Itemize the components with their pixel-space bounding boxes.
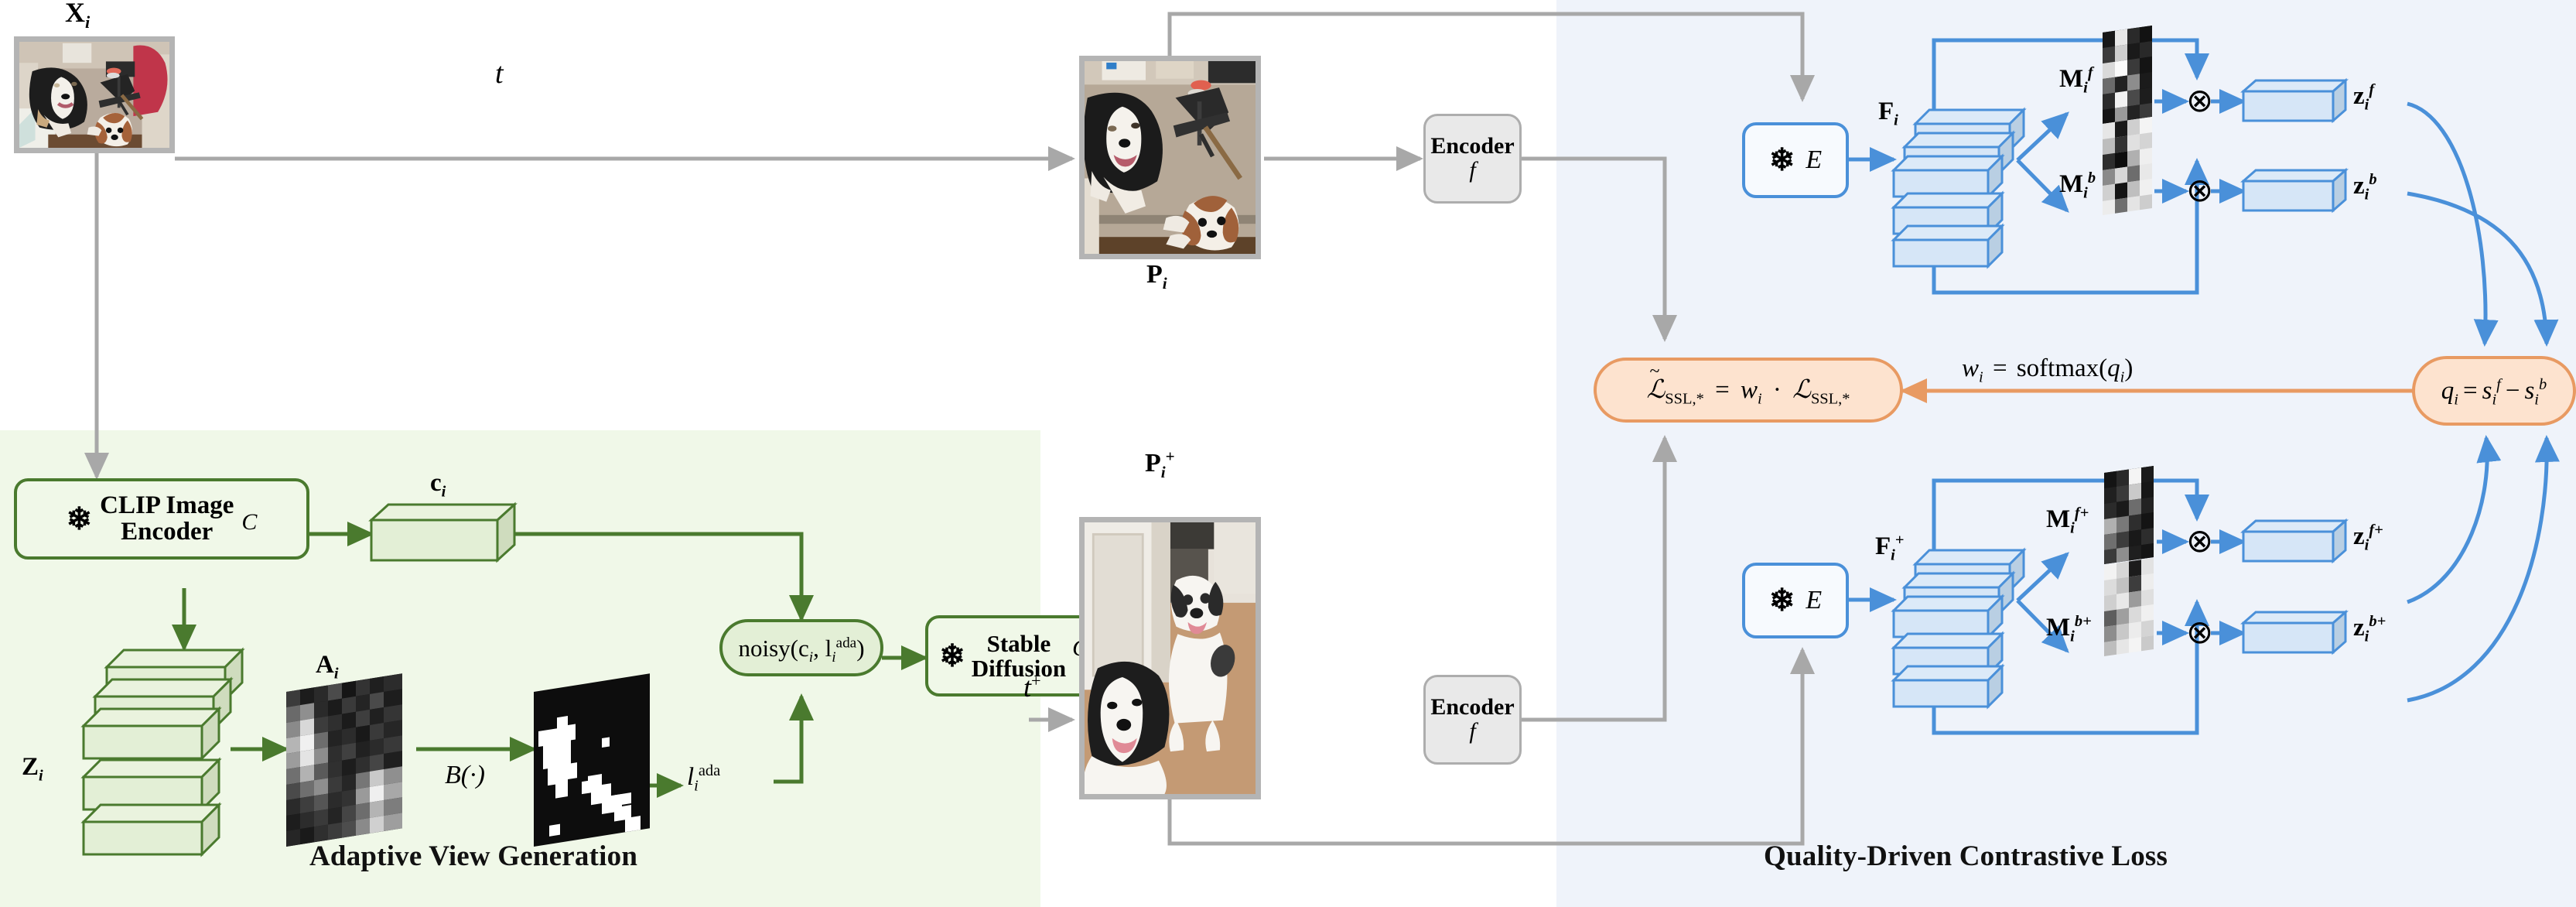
quality-driven-contrastive-loss-panel — [1556, 0, 2576, 907]
transform-label-t-plus: t+ — [1023, 671, 1041, 703]
frozen-encoder-box-top[interactable]: ❄ E — [1742, 122, 1849, 198]
quality-score-formula: qi = sif − sib — [2441, 375, 2547, 409]
mask-background-top — [2103, 117, 2155, 218]
stable-diffusion-box[interactable]: ❄ Stable Diffusion G — [925, 615, 1103, 697]
multiply-icon-top-fg: ⊗ — [2186, 84, 2214, 119]
z-vector-fg-top-slab — [2240, 77, 2349, 124]
encoder-box-bottom[interactable]: Encoder f — [1423, 675, 1522, 765]
mask-background-label-bottom: Mib+ — [2046, 613, 2092, 645]
quality-score-pill[interactable]: qi = sif − sib — [2412, 356, 2576, 426]
clip-encoder-line2: Encoder — [121, 517, 214, 546]
encoder-label-top: Encoder — [1430, 133, 1515, 159]
frozen-encoder-box-bottom[interactable]: ❄ E — [1742, 563, 1849, 638]
view-image-p-label: Pi — [1146, 260, 1167, 293]
mask-background-bottom — [2104, 558, 2157, 659]
feature-cube-bottom — [1891, 547, 2027, 710]
clip-encoder-symbol: C — [241, 509, 258, 536]
cond-vector-label: ci — [430, 469, 446, 501]
input-image-x — [14, 36, 175, 153]
encoder-fn-top: f — [1469, 157, 1476, 183]
weighted-loss-pill[interactable]: ℒ ~ SSL,* = wi · ℒSSL,* — [1594, 358, 1903, 423]
stable-diffusion-line1: Stable — [986, 629, 1051, 657]
cond-vector-slab — [368, 501, 518, 565]
mask-foreground-bottom — [2104, 466, 2157, 567]
z-vector-fg-bottom-label: zif+ — [2353, 522, 2383, 554]
input-image-label: Xi — [65, 0, 91, 33]
adaptive-noise-level-label: liada — [687, 762, 721, 795]
weight-formula-label: wi = softmax(qi) — [1962, 354, 2134, 386]
z-vector-bg-bottom-slab — [2240, 609, 2349, 655]
z-vector-bg-top-label: zib — [2353, 171, 2377, 204]
attention-map-label: Ai — [316, 651, 339, 683]
feature-cube-top — [1891, 107, 2027, 269]
snowflake-icon-sd: ❄ — [939, 638, 965, 673]
noisy-operation-pill[interactable]: noisy(ci, liada) — [719, 619, 883, 676]
encoder-fn-bottom: f — [1469, 718, 1476, 744]
figure-canvas: Xi t Pi Encoder f ❄ CLIP Image Encoder C… — [0, 0, 2576, 907]
binary-mask-image — [534, 673, 658, 851]
z-vector-fg-bottom-slab — [2240, 518, 2349, 564]
view-image-p — [1079, 56, 1261, 259]
binarize-operator-label: B(·) — [445, 761, 485, 789]
stable-diffusion-line2: Diffusion — [971, 654, 1067, 682]
mask-foreground-top — [2103, 26, 2155, 127]
view-image-p-plus-label: Pi+ — [1145, 447, 1175, 481]
clip-image-encoder-box[interactable]: ❄ CLIP Image Encoder C — [14, 478, 309, 560]
z-vector-bg-top-slab — [2240, 167, 2349, 214]
mask-foreground-label-top: Mif — [2059, 64, 2093, 97]
encoder-box-top[interactable]: Encoder f — [1423, 114, 1522, 204]
clip-encoder-line1: CLIP Image — [100, 491, 234, 519]
snowflake-icon-e-bottom: ❄ — [1768, 583, 1795, 618]
weighted-loss-formula: ℒ ~ SSL,* = wi · ℒSSL,* — [1646, 361, 1850, 408]
multiply-icon-bottom-bg: ⊗ — [2186, 615, 2214, 651]
noisy-operation-label: noisy(ci, liada) — [738, 634, 865, 666]
multiply-icon-top-bg: ⊗ — [2186, 173, 2214, 209]
multiply-icon-bottom-fg: ⊗ — [2186, 524, 2214, 560]
snowflake-icon-clip: ❄ — [66, 501, 93, 536]
latents-label: Zi — [22, 753, 43, 785]
z-vector-bg-bottom-label: zib+ — [2353, 613, 2386, 645]
encoder-label-bottom: Encoder — [1430, 694, 1515, 720]
attention-map-a — [286, 673, 418, 851]
quality-driven-contrastive-loss-caption: Quality-Driven Contrastive Loss — [1764, 840, 2168, 872]
snowflake-icon-e-top: ❄ — [1768, 142, 1795, 177]
frozen-encoder-symbol-bottom: E — [1806, 585, 1823, 614]
adaptive-view-generation-caption: Adaptive View Generation — [309, 840, 638, 872]
latents-cube-stack — [80, 647, 245, 859]
view-image-p-plus — [1079, 517, 1261, 799]
transform-label-t: t — [495, 57, 504, 90]
z-vector-fg-top-label: zif — [2353, 81, 2375, 114]
frozen-encoder-symbol-top: E — [1806, 145, 1823, 174]
mask-foreground-label-bottom: Mif+ — [2046, 505, 2089, 537]
mask-background-label-top: Mib — [2059, 169, 2096, 202]
